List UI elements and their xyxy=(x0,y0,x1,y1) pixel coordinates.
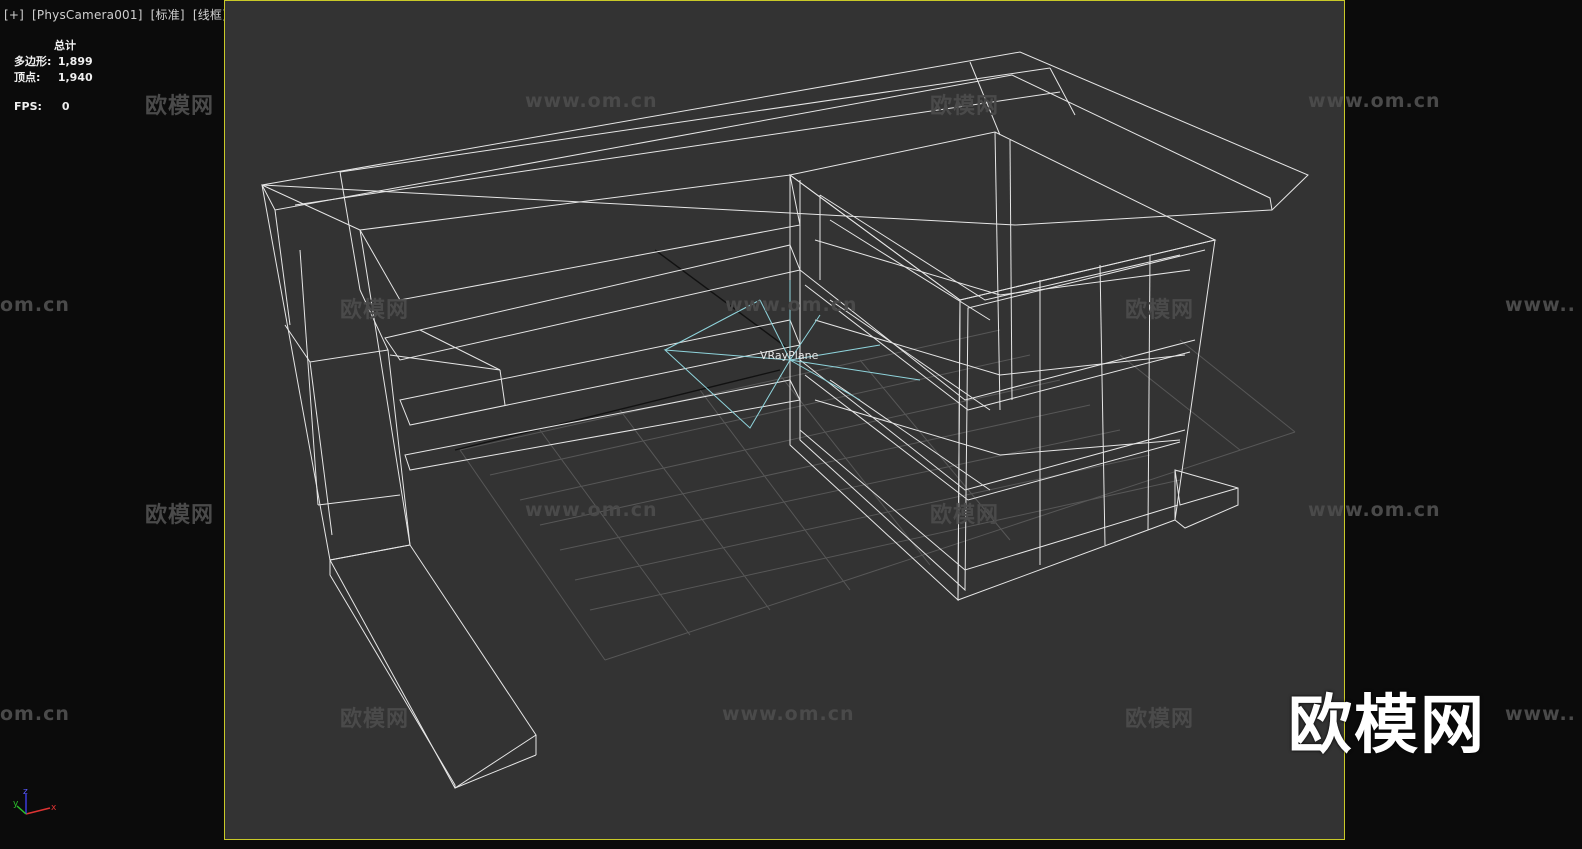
watermark-url: om.cn xyxy=(0,703,70,725)
watermark-url: www.om.cn xyxy=(725,294,858,316)
vray-plane-label[interactable]: VRayPlane xyxy=(760,349,819,362)
watermark-brand: 欧模网 xyxy=(1125,298,1195,323)
axis-z-label: z xyxy=(23,787,28,797)
watermark-brand: 欧模网 xyxy=(340,707,410,732)
watermark-url: om.cn xyxy=(0,294,70,316)
watermark-url: www.. xyxy=(1505,294,1576,316)
watermark-url: www.. xyxy=(1505,703,1576,725)
axis-tripod-icon: x z y xyxy=(13,787,57,815)
watermark-url: www.om.cn xyxy=(525,90,658,112)
watermark-url: www.om.cn xyxy=(1308,499,1441,521)
home-grid xyxy=(459,329,1296,661)
brand-logo: 欧模网 xyxy=(1288,689,1486,763)
axis-y-label: y xyxy=(13,799,19,809)
watermark-brand: 欧模网 xyxy=(340,298,410,323)
watermark-url: www.om.cn xyxy=(722,703,855,725)
watermark-url: www.om.cn xyxy=(1308,90,1441,112)
watermark-url: www.om.cn xyxy=(525,499,658,521)
watermark-brand: 欧模网 xyxy=(930,503,1000,528)
watermark-brand: 欧模网 xyxy=(145,503,215,528)
axis-x-label: x xyxy=(51,803,57,813)
watermark-brand: 欧模网 xyxy=(930,94,1000,119)
watermark-brand: 欧模网 xyxy=(145,94,215,119)
desk-wireframe xyxy=(261,51,1309,789)
watermark-brand: 欧模网 xyxy=(1125,707,1195,732)
